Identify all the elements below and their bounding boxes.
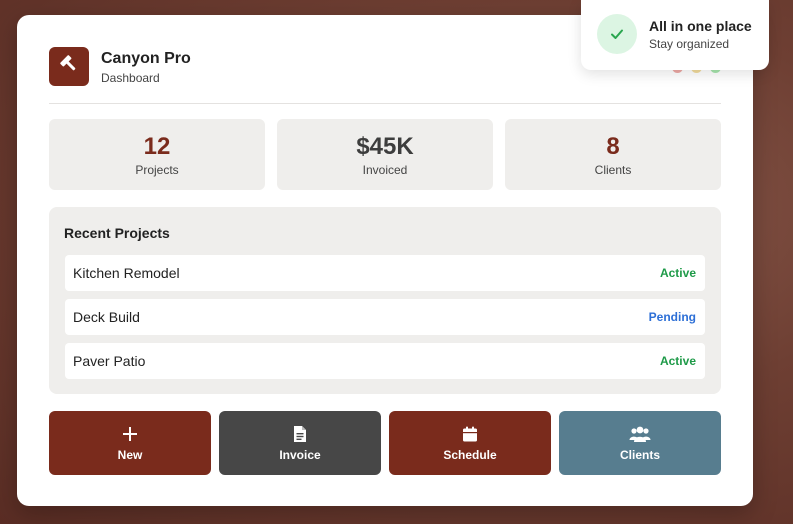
stat-value: 8 [606,133,620,160]
stat-value: 12 [143,133,171,160]
project-row[interactable]: Kitchen Remodel Active [65,255,705,291]
toast-subtitle: Stay organized [649,37,730,51]
schedule-button[interactable]: Schedule [389,411,551,475]
project-status: Active [659,266,696,280]
clients-button[interactable]: Clients [559,411,721,475]
new-button[interactable]: New [49,411,211,475]
action-label: Clients [619,447,660,462]
recent-projects-panel: Recent Projects Kitchen Remodel Active D… [49,207,721,394]
stat-label: Projects [135,163,179,177]
project-name: Deck Build [73,309,140,325]
app-subtitle: Dashboard [101,71,160,85]
project-row[interactable]: Deck Build Pending [65,299,705,335]
project-row[interactable]: Paver Patio Active [65,343,705,379]
quick-actions: New Invoice Schedule Clients [49,411,721,475]
dashboard-card: Canyon Pro Dashboard 12 Projects $45K In… [17,15,753,506]
project-name: Kitchen Remodel [73,265,180,281]
document-icon [293,425,307,443]
stat-value: $45K [356,133,414,160]
action-label: New [117,447,143,462]
stat-card-projects: 12 Projects [49,119,265,190]
invoice-button[interactable]: Invoice [219,411,381,475]
app-logo [49,47,89,86]
project-status: Pending [648,310,696,324]
calendar-icon [462,425,478,443]
stat-label: Clients [594,163,632,177]
action-label: Schedule [443,447,497,462]
toast-notification: All in one place Stay organized [581,0,769,70]
project-name: Paver Patio [73,353,146,369]
stats-row: 12 Projects $45K Invoiced 8 Clients [49,119,721,190]
action-label: Invoice [279,447,321,462]
stat-label: Invoiced [362,163,408,177]
stat-card-clients: 8 Clients [505,119,721,190]
stat-card-invoiced: $45K Invoiced [277,119,493,190]
hammer-icon [59,54,79,79]
users-icon [629,425,651,443]
app-title: Canyon Pro [101,50,191,67]
plus-icon [122,425,138,443]
recent-projects-title: Recent Projects [64,225,170,241]
toast-title: All in one place [649,18,752,34]
project-status: Active [659,354,696,368]
check-icon [597,14,637,54]
